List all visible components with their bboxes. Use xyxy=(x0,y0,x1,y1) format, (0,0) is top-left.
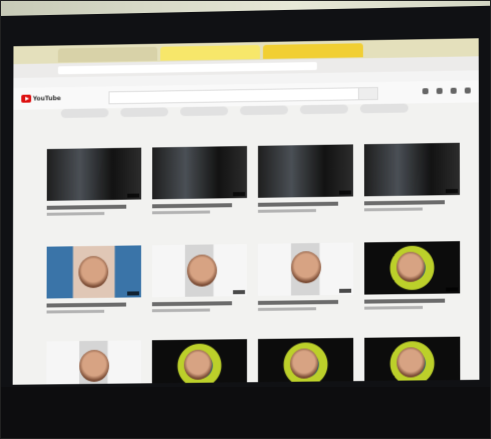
video-thumbnail[interactable] xyxy=(152,243,247,298)
video-thumbnail[interactable] xyxy=(258,144,354,198)
video-thumbnail[interactable] xyxy=(46,245,142,299)
video-meta xyxy=(364,305,423,310)
video-card[interactable] xyxy=(152,146,248,215)
video-meta xyxy=(258,209,317,213)
face-image xyxy=(291,251,322,284)
video-card[interactable] xyxy=(258,144,354,213)
video-card[interactable] xyxy=(151,339,247,385)
video-title[interactable] xyxy=(46,204,127,210)
video-meta xyxy=(46,211,105,216)
filter-chip[interactable] xyxy=(360,103,409,114)
video-thumbnail[interactable] xyxy=(151,339,247,385)
filter-chip[interactable] xyxy=(300,104,349,115)
video-thumbnail[interactable] xyxy=(257,242,354,296)
video-title[interactable] xyxy=(152,301,232,307)
duration-badge xyxy=(339,190,352,195)
duration-badge xyxy=(127,193,140,198)
video-thumbnail[interactable] xyxy=(364,142,460,197)
mic-icon[interactable] xyxy=(422,88,429,95)
create-icon[interactable] xyxy=(436,87,443,95)
video-thumbnail[interactable] xyxy=(257,337,354,385)
filter-chip[interactable] xyxy=(60,108,109,119)
video-title[interactable] xyxy=(364,200,445,206)
youtube-logo[interactable]: YouTube xyxy=(21,93,61,104)
video-title[interactable] xyxy=(152,203,233,209)
face-image xyxy=(183,349,212,380)
video-thumbnail[interactable] xyxy=(46,147,142,201)
video-card[interactable] xyxy=(364,336,461,385)
filter-chip[interactable] xyxy=(180,106,229,117)
video-meta xyxy=(152,308,210,313)
video-card[interactable] xyxy=(46,147,142,216)
video-thumbnail[interactable] xyxy=(46,340,142,385)
video-title[interactable] xyxy=(364,298,445,304)
search-input[interactable] xyxy=(108,87,361,105)
face-image xyxy=(78,255,109,289)
browser-tab[interactable] xyxy=(58,46,158,63)
video-card[interactable] xyxy=(257,337,354,385)
bell-icon[interactable] xyxy=(464,87,471,94)
video-title[interactable] xyxy=(257,299,339,305)
video-thumbnail[interactable] xyxy=(364,241,461,295)
duration-badge xyxy=(445,287,458,292)
video-thumbnail[interactable] xyxy=(364,336,461,385)
duration-badge xyxy=(339,288,352,293)
video-meta xyxy=(364,207,423,212)
video-card[interactable] xyxy=(46,245,142,314)
monitor-bottom-bezel xyxy=(0,387,491,439)
face-image xyxy=(396,347,425,378)
video-card[interactable] xyxy=(257,242,354,311)
face-image xyxy=(290,348,319,379)
video-card[interactable] xyxy=(364,142,460,212)
face-image xyxy=(79,349,110,383)
video-meta xyxy=(46,309,105,314)
monitor-screen: YouTube xyxy=(12,38,480,385)
video-thumbnail[interactable] xyxy=(152,146,248,200)
browser-tab[interactable] xyxy=(160,45,261,61)
header-icons xyxy=(422,87,471,95)
face-image xyxy=(187,254,218,287)
video-title[interactable] xyxy=(46,302,127,308)
video-card[interactable] xyxy=(152,243,247,313)
video-card[interactable] xyxy=(46,340,142,385)
video-grid xyxy=(46,142,479,385)
video-card[interactable] xyxy=(364,241,461,310)
youtube-logo-text: YouTube xyxy=(32,94,61,103)
play-icon xyxy=(21,94,31,103)
url-field[interactable] xyxy=(57,62,318,75)
filter-chip[interactable] xyxy=(120,107,169,118)
face-image xyxy=(396,251,425,283)
video-meta xyxy=(257,307,317,311)
duration-badge xyxy=(127,291,140,296)
duration-badge xyxy=(232,290,245,295)
browser-tab[interactable] xyxy=(262,43,364,59)
duration-badge xyxy=(233,192,246,197)
apps-icon[interactable] xyxy=(450,87,457,94)
search-button[interactable] xyxy=(358,86,379,101)
duration-badge xyxy=(445,188,458,194)
filter-chip[interactable] xyxy=(240,105,289,116)
video-meta xyxy=(152,210,211,215)
video-title[interactable] xyxy=(258,201,339,207)
monitor-photo: YouTube xyxy=(0,0,491,439)
